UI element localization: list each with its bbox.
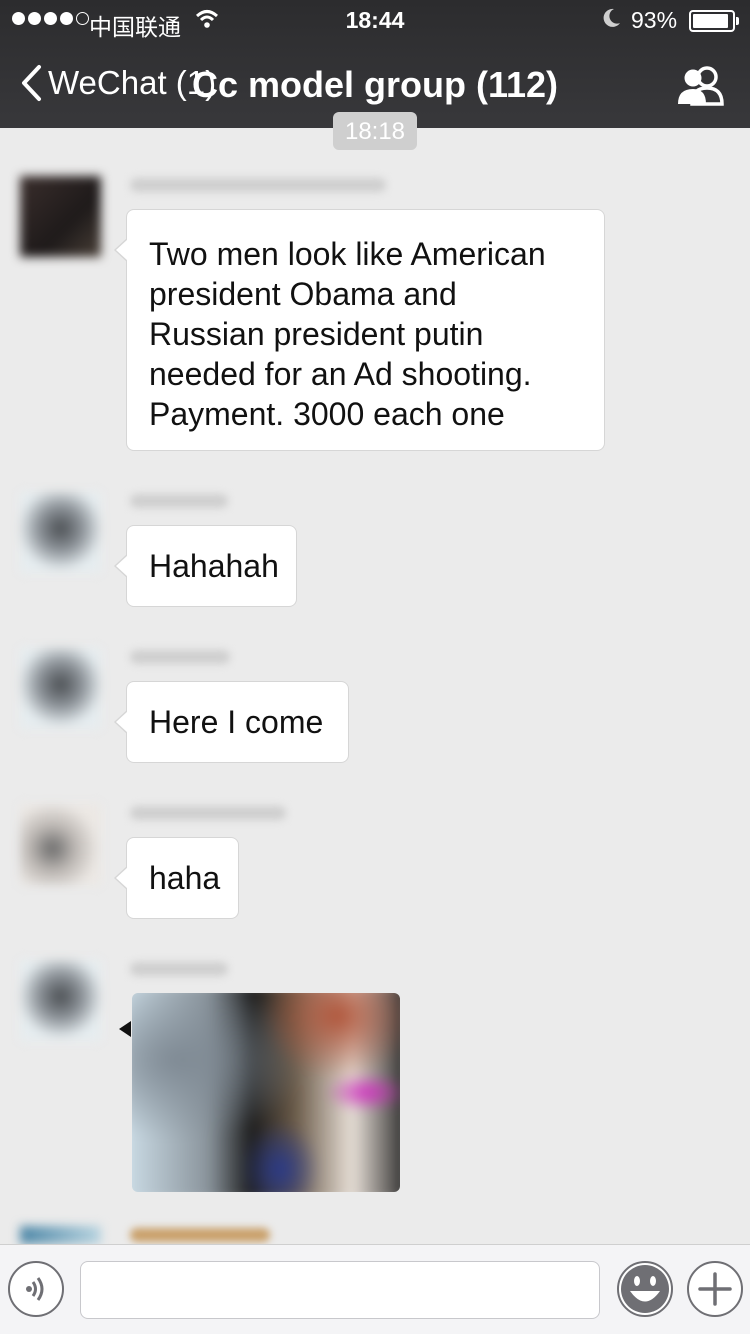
- sender-name: [130, 494, 228, 508]
- message-line: Russian president putin: [149, 316, 484, 352]
- do-not-disturb-icon: [600, 7, 622, 35]
- header: 中国联通 18:44 93% WeChat (1) Cc model group…: [0, 0, 750, 128]
- sender-name: [130, 1228, 270, 1242]
- message-bubble[interactable]: Here I come: [114, 681, 349, 763]
- status-bar: 中国联通 18:44 93%: [0, 0, 750, 40]
- sender-name: [130, 962, 228, 976]
- chat-title: Cc model group (112): [191, 64, 559, 105]
- message-line: Two men look like American: [149, 236, 546, 272]
- message-text: Here I come: [149, 704, 324, 740]
- add-button[interactable]: [687, 1261, 743, 1317]
- plus-icon: [698, 1272, 732, 1306]
- battery-icon: [689, 10, 739, 32]
- avatar[interactable]: [20, 960, 101, 1041]
- battery-percent: 93%: [631, 7, 678, 33]
- message-text: haha: [149, 860, 221, 896]
- message-bubble[interactable]: Hahahah: [114, 525, 297, 607]
- message-text: Hahahah: [149, 548, 279, 584]
- avatar[interactable]: [20, 1226, 101, 1244]
- avatar[interactable]: [20, 648, 101, 729]
- message-input[interactable]: [80, 1261, 600, 1319]
- message-line: Payment. 3000 each one: [149, 396, 505, 432]
- avatar[interactable]: [20, 176, 101, 257]
- emoji-button[interactable]: [617, 1261, 673, 1317]
- sender-name: [130, 650, 230, 664]
- input-bar: [0, 1244, 750, 1334]
- message-line: needed for an Ad shooting.: [149, 356, 532, 392]
- voice-button[interactable]: [8, 1261, 64, 1317]
- group-members-icon[interactable]: [676, 66, 726, 111]
- message-bubble[interactable]: haha: [114, 837, 239, 919]
- avatar[interactable]: [20, 804, 101, 885]
- sender-name: [130, 178, 386, 192]
- emoji-icon: [621, 1265, 669, 1313]
- voice-icon: [26, 1277, 44, 1301]
- message-line: president Obama and: [149, 276, 457, 312]
- message-bubble[interactable]: Two men look like American president Oba…: [114, 209, 605, 451]
- image-bubble-tail: [119, 1021, 131, 1037]
- avatar[interactable]: [20, 492, 101, 573]
- time-separator: 18:18: [333, 112, 417, 150]
- image-message[interactable]: [132, 993, 400, 1192]
- sender-name: [130, 806, 286, 820]
